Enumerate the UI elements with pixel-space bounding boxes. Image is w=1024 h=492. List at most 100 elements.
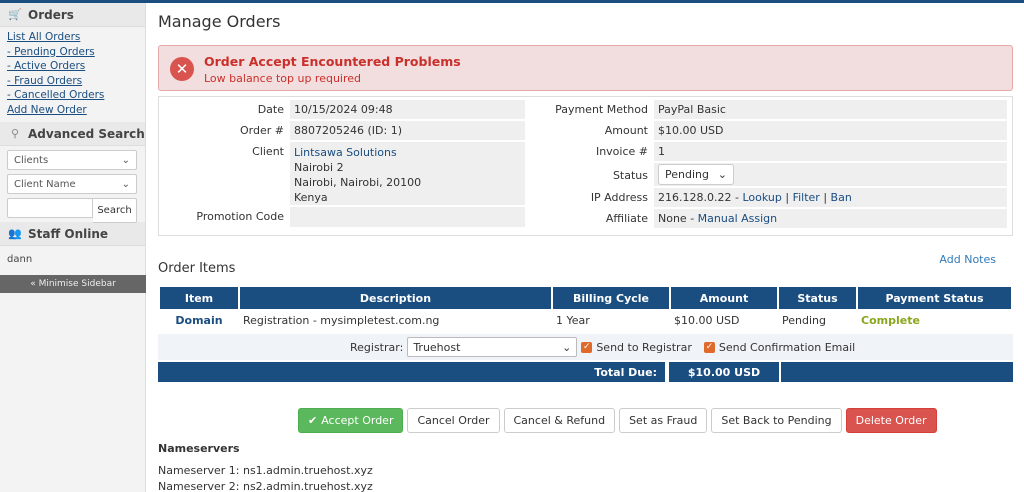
order-actions: ✔ Accept Order Cancel Order Cancel & Refu… — [298, 408, 937, 433]
search-group: Search — [7, 198, 137, 223]
col-item: Item — [160, 287, 238, 309]
set-as-fraud-button[interactable]: Set as Fraud — [619, 408, 708, 433]
total-value: $10.00 USD — [669, 362, 779, 382]
alert-message: Low balance top up required — [204, 72, 362, 85]
order-info-left: Date 10/15/2024 09:48 Order # 8807205246 (… — [162, 100, 527, 229]
col-billing-cycle: Billing Cycle — [553, 287, 669, 309]
registrar-row: Registrar: Truehost ⌄ ✓ Send to Registra… — [158, 334, 1013, 360]
error-alert: ✕ Order Accept Encountered Problems Low … — [158, 45, 1013, 91]
alert-title: Order Accept Encountered Problems — [204, 54, 461, 69]
order-links: List All Orders - Pending Orders - Activ… — [0, 27, 145, 122]
cell-amount: $10.00 USD — [674, 313, 740, 327]
manual-assign-link[interactable]: Manual Assign — [698, 212, 777, 225]
nameservers-heading: Nameservers — [158, 442, 240, 455]
search-field-select[interactable]: Client Name ⌄ — [7, 174, 137, 194]
sidebar-link-list-all-orders[interactable]: List All Orders — [7, 30, 145, 45]
invoice-value: 1 — [654, 142, 1007, 161]
nameserver-2: Nameserver 2: ns2.admin.truehost.xyz — [158, 480, 373, 492]
promotion-code-label: Promotion Code — [196, 210, 284, 223]
promotion-code-value — [290, 207, 525, 227]
invoice-link[interactable]: 1 — [658, 145, 665, 158]
payment-method-value: PayPal Basic — [654, 100, 1007, 119]
ip-ban-link[interactable]: Ban — [831, 191, 852, 204]
sidebar-link-pending-orders[interactable]: - Pending Orders — [7, 45, 145, 60]
client-address-2: Nairobi, Nairobi, 20100 — [294, 176, 422, 189]
status-label: Status — [612, 169, 648, 182]
sidebar-link-add-new-order[interactable]: Add New Order — [7, 103, 145, 118]
accept-order-button[interactable]: ✔ Accept Order — [298, 408, 404, 433]
table-row: Domain Registration - mysimpletest.com.n… — [160, 309, 1011, 331]
search-input[interactable] — [7, 198, 93, 218]
search-type-select[interactable]: Clients ⌄ — [7, 150, 137, 170]
staff-online-user: dann — [7, 254, 33, 265]
col-description: Description — [240, 287, 551, 309]
send-email-option[interactable]: ✓ Send Confirmation Email — [703, 341, 855, 354]
advanced-search-form: Clients ⌄ Client Name ⌄ Search — [0, 146, 145, 223]
search-button[interactable]: Search — [93, 198, 137, 223]
users-icon: 👥 — [8, 227, 22, 240]
chevron-down-icon: ⌄ — [562, 340, 572, 354]
send-email-checkbox[interactable]: ✓ — [703, 341, 715, 353]
invoice-label: Invoice # — [595, 145, 648, 158]
top-accent-bar — [0, 0, 1024, 3]
affiliate-label: Affiliate — [605, 212, 648, 225]
col-amount: Amount — [671, 287, 777, 309]
order-number-value: 8807205246 (ID: 1) — [290, 121, 525, 140]
ip-lookup-link[interactable]: Lookup — [742, 191, 781, 204]
registrar-label: Registrar: — [350, 340, 404, 354]
affiliate-value: None - Manual Assign — [654, 209, 1007, 228]
sidebar-link-cancelled-orders[interactable]: - Cancelled Orders — [7, 88, 145, 103]
add-notes-link[interactable]: Add Notes — [939, 253, 996, 266]
col-payment-status: Payment Status — [858, 287, 1011, 309]
nameserver-1: Nameserver 1: ns1.admin.truehost.xyz — [158, 464, 373, 477]
amount-value: $10.00 USD — [654, 121, 1007, 140]
cart-icon: 🛒 — [8, 8, 22, 21]
payment-method-label: Payment Method — [555, 103, 648, 116]
sidebar: 🛒 Orders List All Orders - Pending Order… — [0, 3, 146, 492]
client-address-1: Nairobi 2 — [294, 161, 344, 174]
staff-online-heading: 👥 Staff Online — [0, 222, 145, 246]
date-label: Date — [257, 103, 284, 116]
delete-order-button[interactable]: Delete Order — [845, 408, 937, 433]
order-items-heading: Order Items — [158, 261, 236, 276]
client-value: Lintsawa Solutions Nairobi 2 Nairobi, Na… — [290, 142, 525, 205]
chevron-down-icon: ⌄ — [717, 168, 727, 181]
sidebar-link-active-orders[interactable]: - Active Orders — [7, 59, 145, 74]
date-value: 10/15/2024 09:48 — [290, 100, 525, 119]
ip-address-value: 216.128.0.22 - Lookup | Filter | Ban — [654, 188, 1007, 207]
cell-payment-status: Complete — [861, 313, 920, 327]
registrar-select[interactable]: Truehost ⌄ — [407, 337, 578, 357]
order-info-panel: Date 10/15/2024 09:48 Order # 8807205246 (… — [158, 96, 1013, 236]
col-status: Status — [779, 287, 856, 309]
client-country: Kenya — [294, 191, 328, 204]
total-row: Total Due: $10.00 USD — [158, 362, 1013, 382]
client-label: Client — [252, 145, 284, 158]
check-circle-icon: ✔ — [308, 414, 318, 427]
chevron-down-icon: ⌄ — [121, 154, 130, 166]
ip-filter-link[interactable]: Filter — [793, 191, 820, 204]
set-back-to-pending-button[interactable]: Set Back to Pending — [711, 408, 842, 433]
table-header-row: Item Description Billing Cycle Amount St… — [160, 287, 1011, 309]
order-info-right: Payment Method PayPal Basic Amount $10.00 … — [529, 100, 1009, 230]
send-to-registrar-option[interactable]: ✓ Send to Registrar — [581, 341, 692, 354]
cancel-order-button[interactable]: Cancel Order — [407, 408, 500, 433]
order-items-table: Item Description Billing Cycle Amount St… — [158, 287, 1013, 331]
cell-item: Domain — [175, 313, 223, 327]
amount-label: Amount — [604, 124, 648, 137]
cell-billing-cycle: 1 Year — [556, 313, 590, 327]
advanced-search-heading: ⚲ Advanced Search — [0, 122, 145, 146]
binoculars-icon: ⚲ — [10, 127, 20, 140]
chevron-down-icon: ⌄ — [121, 178, 130, 190]
cell-status: Pending — [782, 313, 826, 327]
page-title: Manage Orders — [158, 12, 281, 31]
error-icon: ✕ — [170, 57, 194, 81]
total-label: Total Due: — [158, 362, 665, 382]
total-filler — [781, 362, 1013, 382]
minimise-sidebar-button[interactable]: « Minimise Sidebar — [0, 275, 146, 293]
cancel-refund-button[interactable]: Cancel & Refund — [503, 408, 616, 433]
status-value: Pending ⌄ — [654, 163, 1007, 186]
send-to-registrar-checkbox[interactable]: ✓ — [581, 341, 593, 353]
client-link[interactable]: Lintsawa Solutions — [294, 146, 397, 159]
status-select[interactable]: Pending ⌄ — [658, 164, 734, 185]
sidebar-link-fraud-orders[interactable]: - Fraud Orders — [7, 74, 145, 89]
